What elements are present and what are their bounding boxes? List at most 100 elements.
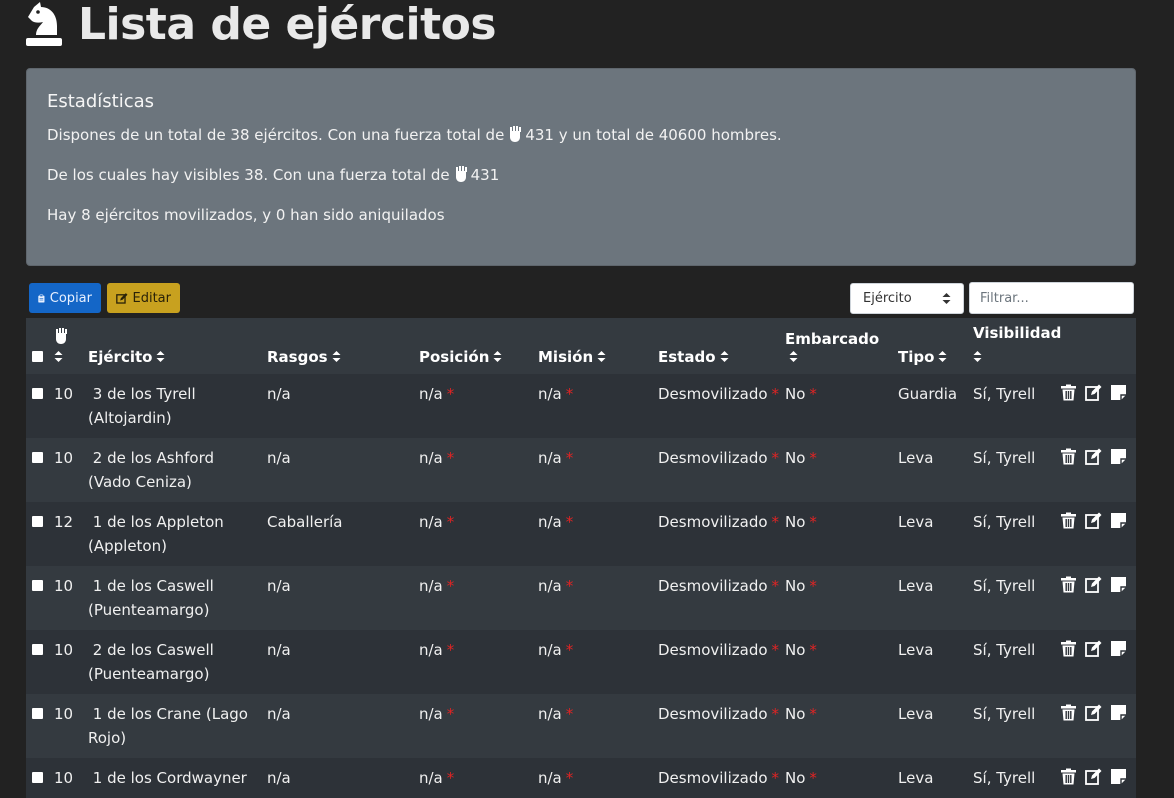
header-estado[interactable]: Estado (654, 318, 781, 374)
cell-mision[interactable]: n/a * (534, 438, 654, 502)
cell-embarcado[interactable]: No * (781, 758, 894, 798)
row-checkbox[interactable] (32, 452, 43, 463)
header-mision[interactable]: Misión (534, 318, 654, 374)
cell-estado[interactable]: Desmovilizado * (654, 374, 781, 438)
copy-button[interactable]: Copiar (29, 283, 101, 313)
edit-icon[interactable] (1085, 704, 1102, 721)
header-posicion[interactable]: Posición (415, 318, 534, 374)
cell-embarcado[interactable]: No * (781, 502, 894, 566)
header-ejercito[interactable]: Ejército (84, 318, 263, 374)
filter-input[interactable] (969, 282, 1134, 314)
cell-mision[interactable]: n/a * (534, 374, 654, 438)
cell-fuerza: 10 (50, 694, 84, 758)
cell-ejercito: 1 de los Cordwayner (84, 758, 263, 798)
cell-mision[interactable]: n/a * (534, 758, 654, 798)
cell-posicion[interactable]: n/a * (415, 502, 534, 566)
note-icon[interactable] (1110, 640, 1127, 657)
edit-icon[interactable] (1085, 768, 1102, 785)
trash-icon[interactable] (1060, 384, 1077, 401)
edit-icon[interactable] (1085, 512, 1102, 529)
stats-total-text: Dispones de un total de 38 ejércitos. Co… (47, 126, 505, 144)
required-mark: * (809, 385, 817, 403)
cell-ejercito: 3 de los Tyrell (Altojardin) (84, 374, 263, 438)
row-checkbox[interactable] (32, 772, 43, 783)
cell-mision-value: n/a (538, 449, 562, 467)
table-row[interactable]: 12 1 de los Appleton (Appleton) Caballer… (26, 502, 1136, 566)
cell-mision[interactable]: n/a * (534, 630, 654, 694)
cell-posicion[interactable]: n/a * (415, 694, 534, 758)
cell-mision[interactable]: n/a * (534, 694, 654, 758)
cell-mision[interactable]: n/a * (534, 566, 654, 630)
edit-icon[interactable] (1085, 448, 1102, 465)
trash-icon[interactable] (1060, 768, 1077, 785)
cell-embarcado[interactable]: No * (781, 438, 894, 502)
table-row[interactable]: 10 3 de los Tyrell (Altojardin) n/a n/a *… (26, 374, 1136, 438)
sort-icon (332, 351, 341, 362)
cell-tipo: Leva (894, 758, 969, 798)
cell-mision[interactable]: n/a * (534, 502, 654, 566)
cell-embarcado[interactable]: No * (781, 630, 894, 694)
cell-posicion[interactable]: n/a * (415, 438, 534, 502)
cell-posicion[interactable]: n/a * (415, 630, 534, 694)
note-icon[interactable] (1110, 704, 1127, 721)
note-icon[interactable] (1110, 576, 1127, 593)
required-mark: * (565, 449, 574, 467)
cell-estado[interactable]: Desmovilizado * (654, 630, 781, 694)
select-all-header[interactable] (26, 318, 50, 374)
header-rasgos[interactable]: Rasgos (263, 318, 415, 374)
trash-icon[interactable] (1060, 640, 1077, 657)
row-checkbox[interactable] (32, 580, 43, 591)
cell-estado[interactable]: Desmovilizado * (654, 694, 781, 758)
cell-rasgos: n/a (263, 630, 415, 694)
cell-fuerza: 10 (50, 374, 84, 438)
cell-ejercito: 1 de los Caswell (Puenteamargo) (84, 566, 263, 630)
cell-embarcado[interactable]: No * (781, 374, 894, 438)
row-checkbox[interactable] (32, 388, 43, 399)
cell-posicion[interactable]: n/a * (415, 566, 534, 630)
cell-actions (1056, 694, 1136, 758)
sort-icon (789, 351, 798, 362)
row-checkbox[interactable] (32, 708, 43, 719)
column-select[interactable]: Ejército (850, 283, 964, 314)
cell-embarcado[interactable]: No * (781, 694, 894, 758)
edit-icon[interactable] (1085, 640, 1102, 657)
table-row[interactable]: 10 1 de los Cordwayner n/a n/a * n/a * Des… (26, 758, 1136, 798)
note-icon[interactable] (1110, 512, 1127, 529)
table-row[interactable]: 10 2 de los Ashford (Vado Ceniza) n/a n/… (26, 438, 1136, 502)
cell-estado[interactable]: Desmovilizado * (654, 438, 781, 502)
cell-estado[interactable]: Desmovilizado * (654, 758, 781, 798)
cell-estado[interactable]: Desmovilizado * (654, 502, 781, 566)
required-mark: * (809, 577, 817, 595)
table-row[interactable]: 10 1 de los Crane (Lago Rojo) n/a n/a * n… (26, 694, 1136, 758)
table-row[interactable]: 10 1 de los Caswell (Puenteamargo) n/a n… (26, 566, 1136, 630)
cell-posicion[interactable]: n/a * (415, 374, 534, 438)
header-visibilidad[interactable]: Visibilidad (969, 318, 1062, 374)
edit-icon[interactable] (1085, 576, 1102, 593)
header-embarcado[interactable]: Embarcado (781, 318, 894, 374)
header-posicion-label: Posición (419, 348, 490, 366)
note-icon[interactable] (1110, 768, 1127, 785)
trash-icon[interactable] (1060, 512, 1077, 529)
edit-button[interactable]: Editar (107, 283, 180, 313)
header-tipo[interactable]: Tipo (894, 318, 969, 374)
row-checkbox[interactable] (32, 644, 43, 655)
cell-rasgos: n/a (263, 438, 415, 502)
table-row[interactable]: 10 2 de los Caswell (Puenteamargo) n/a n… (26, 630, 1136, 694)
note-icon[interactable] (1110, 384, 1127, 401)
cell-embarcado[interactable]: No * (781, 566, 894, 630)
required-mark: * (446, 577, 455, 595)
select-all-checkbox[interactable] (32, 351, 43, 362)
edit-icon[interactable] (1085, 384, 1102, 401)
cell-posicion[interactable]: n/a * (415, 758, 534, 798)
header-actions (1056, 318, 1136, 374)
trash-icon[interactable] (1060, 576, 1077, 593)
cell-estado[interactable]: Desmovilizado * (654, 566, 781, 630)
header-fuerza[interactable] (50, 318, 84, 374)
trash-icon[interactable] (1060, 448, 1077, 465)
stats-total-line: Dispones de un total de 38 ejércitos. Co… (47, 124, 1115, 146)
required-mark: * (446, 385, 455, 403)
note-icon[interactable] (1110, 448, 1127, 465)
header-visibilidad-label: Visibilidad (973, 324, 1062, 342)
row-checkbox[interactable] (32, 516, 43, 527)
trash-icon[interactable] (1060, 704, 1077, 721)
